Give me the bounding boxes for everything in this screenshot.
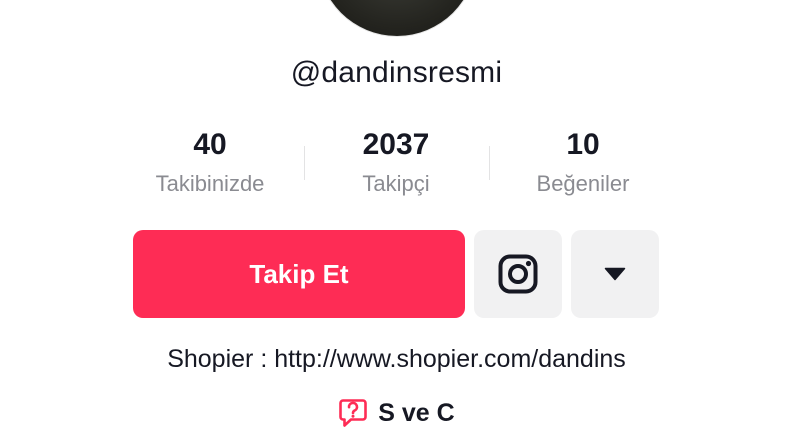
- qa-link[interactable]: S ve C: [0, 398, 793, 428]
- stat-following-label: Takibinizde: [155, 171, 265, 196]
- stat-likes[interactable]: 10 Beğeniler: [493, 126, 673, 197]
- stat-likes-label: Beğeniler: [536, 171, 630, 196]
- stat-following[interactable]: 40 Takibinizde: [120, 126, 300, 197]
- stat-divider: [489, 146, 490, 180]
- qa-label: S ve C: [378, 398, 455, 427]
- follow-button[interactable]: Takip Et: [133, 230, 465, 318]
- profile-bio: Shopier : http://www.shopier.com/dandins: [167, 345, 626, 373]
- stat-followers-count: 2037: [362, 128, 430, 161]
- instagram-button[interactable]: [474, 230, 562, 318]
- stat-divider: [304, 146, 305, 180]
- question-bubble-icon: [339, 399, 368, 427]
- avatar[interactable]: [318, 0, 476, 36]
- instagram-icon: [498, 254, 538, 294]
- stat-followers[interactable]: 2037 Takipçi: [306, 126, 486, 197]
- caret-down-icon: [604, 267, 626, 281]
- more-options-button[interactable]: [571, 230, 659, 318]
- stat-following-count: 40: [193, 128, 227, 161]
- stat-likes-count: 10: [566, 128, 600, 161]
- profile-username: @dandinsresmi: [290, 56, 503, 89]
- stat-followers-label: Takipçi: [362, 171, 430, 196]
